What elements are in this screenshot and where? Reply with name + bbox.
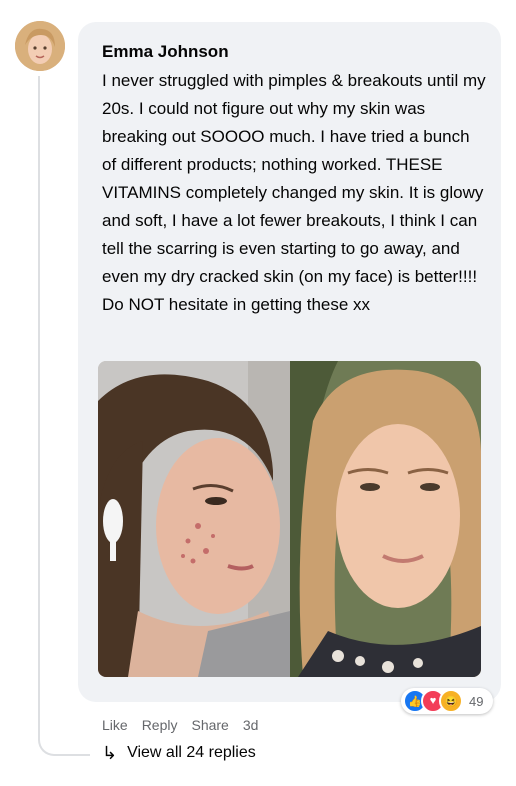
share-button[interactable]: Share xyxy=(191,716,228,734)
view-replies-link[interactable]: ↳ View all 24 replies xyxy=(102,744,256,762)
view-replies-label: View all 24 replies xyxy=(127,744,256,761)
like-button[interactable]: Like xyxy=(102,716,128,734)
comment-author[interactable]: Emma Johnson xyxy=(102,42,229,62)
reply-arrow-icon: ↳ xyxy=(102,743,118,763)
avatar-image xyxy=(15,21,65,71)
reply-button[interactable]: Reply xyxy=(142,716,178,734)
reactions-summary[interactable]: 👍 ♥ 😆 49 xyxy=(401,688,493,714)
comment-actions: Like Reply Share 3d xyxy=(102,716,258,734)
comment-bubble: Emma Johnson I never struggled with pimp… xyxy=(78,22,501,702)
before-after-photo xyxy=(98,361,481,677)
comment-photo[interactable] xyxy=(98,361,481,677)
reaction-count: 49 xyxy=(469,693,484,709)
avatar[interactable] xyxy=(15,21,65,71)
timestamp[interactable]: 3d xyxy=(243,716,259,734)
haha-icon: 😆 xyxy=(439,689,463,713)
comment-text: I never struggled with pimples & breakou… xyxy=(102,71,486,314)
